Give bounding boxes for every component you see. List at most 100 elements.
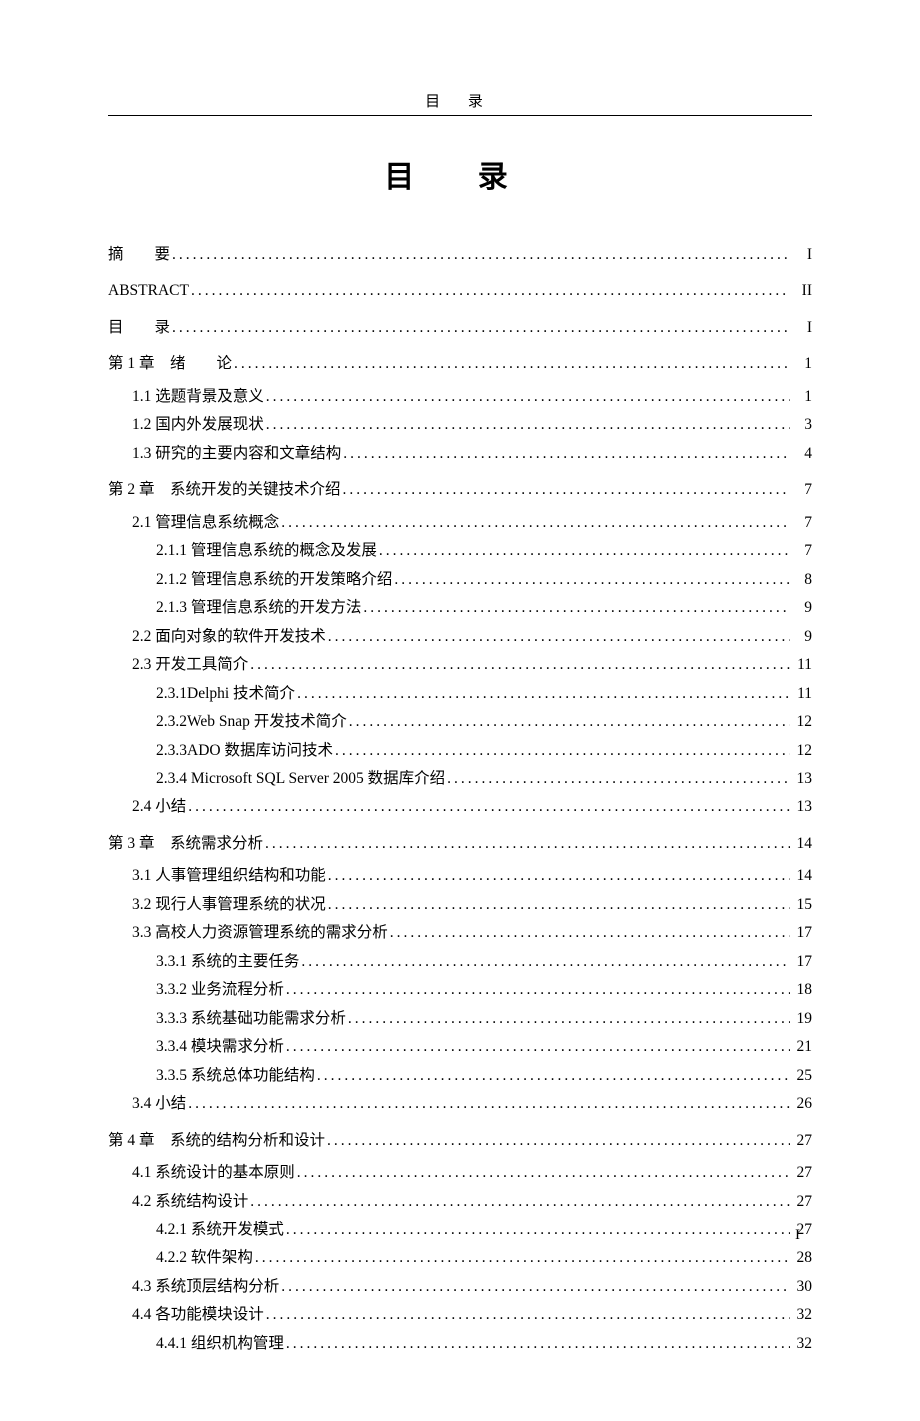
table-of-contents: 摘 要.....................................… xyxy=(108,244,812,1355)
toc-leader-dots: ........................................… xyxy=(325,1130,790,1152)
toc-label: 2.2 面向对象的软件开发技术 xyxy=(132,626,326,648)
toc-entry: 2.3.3ADO 数据库访问技术........................… xyxy=(108,740,812,762)
toc-leader-dots: ........................................… xyxy=(284,1036,790,1058)
toc-page: 32 xyxy=(790,1304,812,1326)
toc-label: 4.3 系统顶层结构分析 xyxy=(132,1276,279,1298)
toc-leader-dots: ........................................… xyxy=(388,922,790,944)
toc-entry: 4.4 各功能模块设计.............................… xyxy=(108,1304,812,1326)
toc-page: 32 xyxy=(790,1333,812,1355)
toc-label: 2.1 管理信息系统概念 xyxy=(132,512,279,534)
toc-entry: 3.4 小结..................................… xyxy=(108,1093,812,1115)
toc-leader-dots: ........................................… xyxy=(295,683,790,705)
toc-leader-dots: ........................................… xyxy=(346,1008,790,1030)
toc-page: 14 xyxy=(790,865,812,887)
toc-label: 1.2 国内外发展现状 xyxy=(132,414,264,436)
toc-entry: 目 录.....................................… xyxy=(108,317,812,339)
toc-entry: 3.1 人事管理组织结构和功能.........................… xyxy=(108,865,812,887)
toc-page: 12 xyxy=(790,711,812,733)
header-rule xyxy=(108,115,812,116)
toc-label: 3.3.2 业务流程分析 xyxy=(156,979,284,1001)
toc-leader-dots: ........................................… xyxy=(361,597,790,619)
toc-label: 2.3.3ADO 数据库访问技术 xyxy=(156,740,333,762)
toc-page: 14 xyxy=(790,833,812,855)
toc-page: I xyxy=(790,317,812,339)
toc-label: 4.2.2 软件架构 xyxy=(156,1247,253,1269)
toc-entry: 3.3 高校人力资源管理系统的需求分析.....................… xyxy=(108,922,812,944)
toc-page: 30 xyxy=(790,1276,812,1298)
toc-label: 2.4 小结 xyxy=(132,796,186,818)
toc-entry: 3.3.5 系统总体功能结构..........................… xyxy=(108,1065,812,1087)
toc-leader-dots: ........................................… xyxy=(445,768,790,790)
toc-entry: 第 4 章 系统的结构分析和设计........................… xyxy=(108,1130,812,1152)
toc-leader-dots: ........................................… xyxy=(333,740,790,762)
toc-leader-dots: ........................................… xyxy=(284,1219,790,1241)
toc-leader-dots: ........................................… xyxy=(341,443,790,465)
page-title: 目 录 xyxy=(108,152,812,196)
toc-page: 4 xyxy=(790,443,812,465)
toc-page: 13 xyxy=(790,796,812,818)
toc-leader-dots: ........................................… xyxy=(279,512,790,534)
toc-label: 2.1.1 管理信息系统的概念及发展 xyxy=(156,540,377,562)
toc-page: 3 xyxy=(790,414,812,436)
toc-label: 3.3 高校人力资源管理系统的需求分析 xyxy=(132,922,388,944)
toc-entry: 第 2 章 系统开发的关键技术介绍.......................… xyxy=(108,479,812,501)
toc-entry: 3.3.4 模块需求分析............................… xyxy=(108,1036,812,1058)
toc-leader-dots: ........................................… xyxy=(248,654,790,676)
toc-leader-dots: ........................................… xyxy=(264,386,790,408)
toc-page: 17 xyxy=(790,922,812,944)
toc-leader-dots: ........................................… xyxy=(326,626,790,648)
toc-page: 27 xyxy=(790,1191,812,1213)
toc-entry: 2.2 面向对象的软件开发技术.........................… xyxy=(108,626,812,648)
toc-label: 4.4.1 组织机构管理 xyxy=(156,1333,284,1355)
toc-leader-dots: ........................................… xyxy=(284,979,790,1001)
toc-page: 11 xyxy=(790,683,812,705)
toc-label: 1.1 选题背景及意义 xyxy=(132,386,264,408)
toc-label: 3.4 小结 xyxy=(132,1093,186,1115)
toc-entry: 2.3 开发工具简介..............................… xyxy=(108,654,812,676)
toc-leader-dots: ........................................… xyxy=(377,540,790,562)
toc-label: 目 录 xyxy=(108,317,170,339)
toc-page: 19 xyxy=(790,1008,812,1030)
toc-entry: ABSTRACT................................… xyxy=(108,280,812,302)
toc-page: 1 xyxy=(790,353,812,375)
toc-page: 9 xyxy=(790,626,812,648)
toc-leader-dots: ........................................… xyxy=(392,569,790,591)
toc-leader-dots: ........................................… xyxy=(170,317,790,339)
toc-entry: 1.3 研究的主要内容和文章结构........................… xyxy=(108,443,812,465)
page-number: I xyxy=(795,1227,800,1244)
toc-label: 3.1 人事管理组织结构和功能 xyxy=(132,865,326,887)
toc-page: 26 xyxy=(790,1093,812,1115)
toc-page: 7 xyxy=(790,540,812,562)
toc-page: 27 xyxy=(790,1219,812,1241)
toc-leader-dots: ........................................… xyxy=(170,244,790,266)
toc-entry: 2.1.2 管理信息系统的开发策略介绍.....................… xyxy=(108,569,812,591)
toc-label: 2.3.4 Microsoft SQL Server 2005 数据库介绍 xyxy=(156,768,445,790)
toc-label: 4.1 系统设计的基本原则 xyxy=(132,1162,295,1184)
toc-leader-dots: ........................................… xyxy=(264,1304,790,1326)
toc-page: 12 xyxy=(790,740,812,762)
toc-label: 摘 要 xyxy=(108,244,170,266)
toc-label: 2.3 开发工具简介 xyxy=(132,654,248,676)
toc-page: 1 xyxy=(790,386,812,408)
toc-page: 27 xyxy=(790,1162,812,1184)
toc-label: ABSTRACT xyxy=(108,280,189,302)
toc-label: 3.3.5 系统总体功能结构 xyxy=(156,1065,315,1087)
toc-entry: 摘 要.....................................… xyxy=(108,244,812,266)
toc-leader-dots: ........................................… xyxy=(186,796,790,818)
toc-page: 21 xyxy=(790,1036,812,1058)
toc-entry: 1.1 选题背景及意义.............................… xyxy=(108,386,812,408)
toc-leader-dots: ........................................… xyxy=(315,1065,790,1087)
toc-label: 2.3.1Delphi 技术简介 xyxy=(156,683,295,705)
toc-entry: 2.1 管理信息系统概念............................… xyxy=(108,512,812,534)
toc-label: 1.3 研究的主要内容和文章结构 xyxy=(132,443,341,465)
toc-leader-dots: ........................................… xyxy=(341,479,790,501)
toc-entry: 4.2.2 软件架构..............................… xyxy=(108,1247,812,1269)
toc-entry: 2.1.1 管理信息系统的概念及发展......................… xyxy=(108,540,812,562)
toc-leader-dots: ........................................… xyxy=(189,280,790,302)
toc-leader-dots: ........................................… xyxy=(248,1191,790,1213)
toc-entry: 3.3.1 系统的主要任务...........................… xyxy=(108,951,812,973)
toc-label: 2.1.2 管理信息系统的开发策略介绍 xyxy=(156,569,392,591)
toc-leader-dots: ........................................… xyxy=(326,894,790,916)
toc-entry: 3.2 现行人事管理系统的状况.........................… xyxy=(108,894,812,916)
toc-entry: 4.4.1 组织机构管理............................… xyxy=(108,1333,812,1355)
